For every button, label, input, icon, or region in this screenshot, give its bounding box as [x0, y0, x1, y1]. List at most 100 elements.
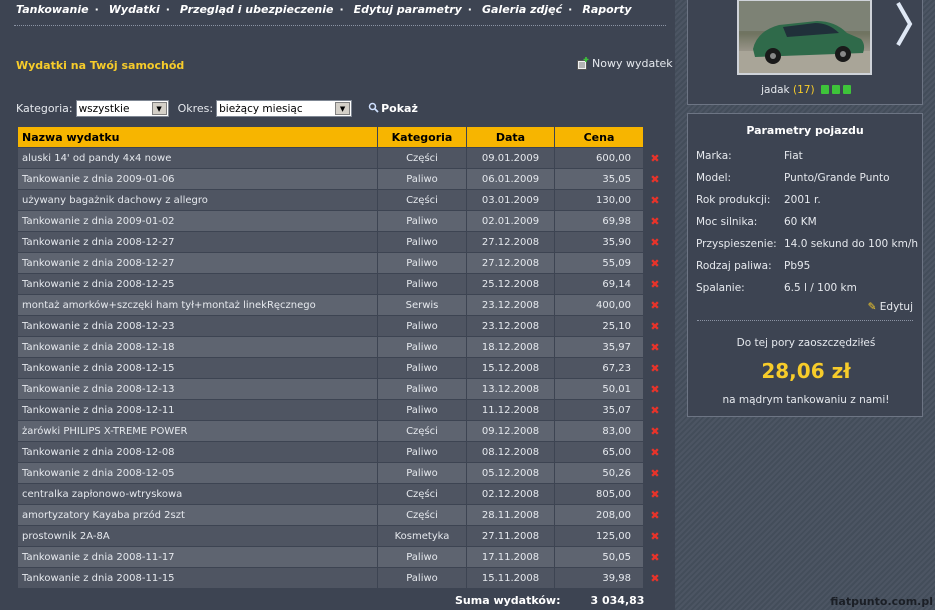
- table-row[interactable]: Tankowanie z dnia 2008-12-08 Paliwo 08.12.…: [18, 442, 666, 463]
- delete-button[interactable]: ✖: [644, 526, 666, 546]
- vehicle-param-value: Fiat: [784, 150, 803, 162]
- table-row[interactable]: Tankowanie z dnia 2008-12-18 Paliwo 18.12.…: [18, 337, 666, 358]
- delete-icon: ✖: [650, 529, 660, 543]
- chevron-down-icon[interactable]: ▼: [335, 102, 351, 115]
- magnifier-icon: [368, 102, 379, 116]
- delete-button[interactable]: ✖: [644, 421, 666, 441]
- table-row[interactable]: Tankowanie z dnia 2008-12-11 Paliwo 11.12.…: [18, 400, 666, 421]
- nav-edytuj-parametry[interactable]: Edytuj parametry: [354, 3, 462, 16]
- nav-galeria[interactable]: Galeria zdjęć: [482, 3, 562, 16]
- expense-category: Paliwo: [378, 232, 467, 252]
- expense-name[interactable]: Tankowanie z dnia 2008-12-25: [18, 274, 378, 294]
- expense-name[interactable]: Tankowanie z dnia 2009-01-06: [18, 169, 378, 189]
- nav-tankowanie[interactable]: Tankowanie: [16, 3, 89, 16]
- delete-button[interactable]: ✖: [644, 484, 666, 504]
- new-expense-button[interactable]: Nowy wydatek: [577, 57, 673, 70]
- table-row[interactable]: Tankowanie z dnia 2008-12-27 Paliwo 27.12.…: [18, 253, 666, 274]
- nav-raporty[interactable]: Raporty: [582, 3, 631, 16]
- divider: [14, 25, 666, 26]
- expense-name[interactable]: centralka zapłonowo-wtryskowa: [18, 484, 378, 504]
- table-row[interactable]: Tankowanie z dnia 2009-01-06 Paliwo 06.01.…: [18, 169, 666, 190]
- edit-params-link[interactable]: ✎ Edytuj: [868, 301, 913, 313]
- expense-name[interactable]: Tankowanie z dnia 2008-12-08: [18, 442, 378, 462]
- car-photo[interactable]: [737, 0, 872, 75]
- vehicle-param-value: 14.0 sekund do 100 km/h: [784, 238, 919, 250]
- table-row[interactable]: centralka zapłonowo-wtryskowa Części 02.12…: [18, 484, 666, 505]
- expense-name[interactable]: Tankowanie z dnia 2008-12-18: [18, 337, 378, 357]
- delete-button[interactable]: ✖: [644, 337, 666, 357]
- delete-button[interactable]: ✖: [644, 463, 666, 483]
- expense-name[interactable]: używany bagażnik dachowy z allegro: [18, 190, 378, 210]
- column-header-category[interactable]: Kategoria: [378, 127, 467, 147]
- delete-button[interactable]: ✖: [644, 358, 666, 378]
- category-select[interactable]: wszystkie ▼: [75, 100, 169, 117]
- expense-name[interactable]: Tankowanie z dnia 2008-12-15: [18, 358, 378, 378]
- table-row[interactable]: Tankowanie z dnia 2009-01-02 Paliwo 02.01.…: [18, 211, 666, 232]
- expense-name[interactable]: prostownik 2A-8A: [18, 526, 378, 546]
- table-row[interactable]: żarówki PHILIPS X-TREME POWER Części 09.12…: [18, 421, 666, 442]
- delete-button[interactable]: ✖: [644, 400, 666, 420]
- delete-button[interactable]: ✖: [644, 442, 666, 462]
- nav-przeglad[interactable]: Przegląd i ubezpieczenie: [180, 3, 334, 16]
- table-row[interactable]: Tankowanie z dnia 2008-12-15 Paliwo 15.12.…: [18, 358, 666, 379]
- delete-button[interactable]: ✖: [644, 253, 666, 273]
- delete-button[interactable]: ✖: [644, 568, 666, 588]
- expense-name[interactable]: Tankowanie z dnia 2008-12-27: [18, 232, 378, 252]
- delete-button[interactable]: ✖: [644, 379, 666, 399]
- table-row[interactable]: Tankowanie z dnia 2008-11-17 Paliwo 17.11.…: [18, 547, 666, 568]
- expense-name[interactable]: Tankowanie z dnia 2008-12-11: [18, 400, 378, 420]
- table-row[interactable]: Tankowanie z dnia 2008-11-15 Paliwo 15.11.…: [18, 568, 666, 589]
- expense-name[interactable]: Tankowanie z dnia 2009-01-02: [18, 211, 378, 231]
- table-row[interactable]: Tankowanie z dnia 2008-12-05 Paliwo 05.12.…: [18, 463, 666, 484]
- expense-name[interactable]: żarówki PHILIPS X-TREME POWER: [18, 421, 378, 441]
- chevron-down-icon[interactable]: ▼: [151, 102, 167, 115]
- delete-button[interactable]: ✖: [644, 316, 666, 336]
- table-row[interactable]: prostownik 2A-8A Kosmetyka 27.11.2008 125,0…: [18, 526, 666, 547]
- table-row[interactable]: Tankowanie z dnia 2008-12-13 Paliwo 13.12.…: [18, 379, 666, 400]
- delete-button[interactable]: ✖: [644, 148, 666, 168]
- table-row[interactable]: Tankowanie z dnia 2008-12-23 Paliwo 23.12.…: [18, 316, 666, 337]
- expense-price: 130,00: [555, 190, 644, 210]
- expense-name[interactable]: Tankowanie z dnia 2008-12-27: [18, 253, 378, 273]
- period-select[interactable]: bieżący miesiąc ▼: [216, 100, 353, 117]
- expense-name[interactable]: Tankowanie z dnia 2008-12-05: [18, 463, 378, 483]
- expense-name[interactable]: aluski 14' od pandy 4x4 nowe: [18, 148, 378, 168]
- column-header-name[interactable]: Nazwa wydatku: [18, 127, 378, 147]
- expense-name[interactable]: Tankowanie z dnia 2008-12-13: [18, 379, 378, 399]
- table-row[interactable]: Tankowanie z dnia 2008-12-27 Paliwo 27.12.…: [18, 232, 666, 253]
- table-row[interactable]: Tankowanie z dnia 2008-12-25 Paliwo 25.12.…: [18, 274, 666, 295]
- user-name[interactable]: jadak: [761, 84, 790, 96]
- nav-wydatki[interactable]: Wydatki: [109, 3, 160, 16]
- column-header-price[interactable]: Cena: [555, 127, 644, 147]
- expenses-table: Nazwa wydatku Kategoria Data Cena aluski…: [18, 127, 666, 589]
- delete-button[interactable]: ✖: [644, 505, 666, 525]
- table-header: Nazwa wydatku Kategoria Data Cena: [18, 127, 666, 148]
- expense-name[interactable]: amortyzatory Kayaba przód 2szt: [18, 505, 378, 525]
- expense-name[interactable]: Tankowanie z dnia 2008-12-23: [18, 316, 378, 336]
- expense-category: Części: [378, 148, 467, 168]
- delete-icon: ✖: [650, 172, 660, 186]
- delete-button[interactable]: ✖: [644, 547, 666, 567]
- column-header-date[interactable]: Data: [467, 127, 555, 147]
- delete-button[interactable]: ✖: [644, 232, 666, 252]
- expense-name[interactable]: Tankowanie z dnia 2008-11-17: [18, 547, 378, 567]
- vehicle-param-row: Rodzaj paliwa: Pb95: [696, 260, 810, 272]
- expense-name[interactable]: Tankowanie z dnia 2008-11-15: [18, 568, 378, 588]
- nav-separator: ·: [94, 3, 99, 16]
- expense-name[interactable]: montaż amorków+szczęki ham tył+montaż li…: [18, 295, 378, 315]
- table-row[interactable]: używany bagażnik dachowy z allegro Części…: [18, 190, 666, 211]
- show-button[interactable]: Pokaż: [368, 102, 418, 116]
- expense-date: 18.12.2008: [467, 337, 555, 357]
- expense-category: Części: [378, 421, 467, 441]
- next-photo-arrow-icon[interactable]: [895, 1, 913, 47]
- delete-button[interactable]: ✖: [644, 274, 666, 294]
- table-row[interactable]: aluski 14' od pandy 4x4 nowe Części 09.01.…: [18, 148, 666, 169]
- delete-button[interactable]: ✖: [644, 190, 666, 210]
- table-row[interactable]: montaż amorków+szczęki ham tył+montaż li…: [18, 295, 666, 316]
- vehicle-param-row: Marka: Fiat: [696, 150, 803, 162]
- table-row[interactable]: amortyzatory Kayaba przód 2szt Części 28.1…: [18, 505, 666, 526]
- delete-button[interactable]: ✖: [644, 295, 666, 315]
- nav-separator: ·: [467, 3, 472, 16]
- delete-button[interactable]: ✖: [644, 169, 666, 189]
- delete-button[interactable]: ✖: [644, 211, 666, 231]
